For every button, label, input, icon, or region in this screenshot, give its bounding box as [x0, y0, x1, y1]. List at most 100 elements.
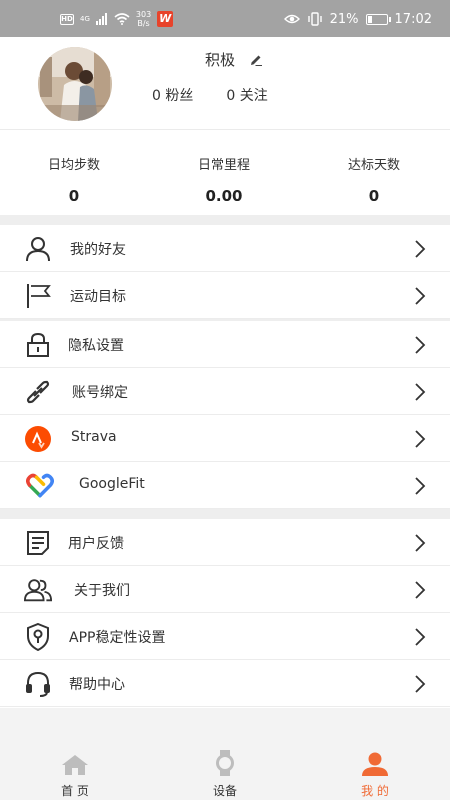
menu-label: 用户反馈: [68, 536, 124, 552]
menu-item-strava[interactable]: Strava: [0, 415, 450, 462]
menu-item-feedback[interactable]: 用户反馈: [0, 519, 450, 566]
chevron-right-icon: [415, 534, 426, 552]
bottom-nav: 首 页 设备 我 的: [0, 708, 450, 800]
nav-label: 我 的: [361, 784, 389, 798]
home-icon: [62, 755, 88, 775]
edit-pencil-icon[interactable]: [249, 53, 263, 67]
person-icon: [26, 237, 50, 262]
clock: 17:02: [394, 11, 432, 27]
activity-stats: 日均步数 0 日常里程 0.00 达标天数 0: [0, 130, 450, 215]
chevron-right-icon: [415, 383, 426, 401]
signal-icon: [95, 13, 107, 25]
avatar-photo: [38, 47, 112, 121]
googlefit-icon-wrap: [26, 472, 54, 500]
stat-label: 达标天数: [347, 158, 400, 173]
strava-logo-icon: [25, 426, 51, 452]
fans-count: 0: [152, 88, 161, 104]
stat-label: 日均步数: [47, 158, 100, 173]
menu-label: 运动目标: [70, 289, 126, 305]
nickname-row: 积极: [205, 49, 263, 70]
binding-icon-wrap: [24, 378, 52, 406]
menu-label: 帮助中心: [69, 677, 125, 693]
menu-item-friends[interactable]: 我的好友: [0, 225, 450, 272]
stability-icon-wrap: [24, 623, 52, 651]
battery-icon: [365, 13, 391, 25]
nav-tab-device[interactable]: 设备: [185, 750, 265, 799]
chevron-right-icon: [415, 430, 426, 448]
speed-unit: B/s: [137, 19, 150, 28]
shield-key-icon: [27, 623, 49, 651]
stat-value: 0: [368, 187, 380, 205]
chevron-right-icon: [415, 240, 426, 258]
headset-icon: [26, 671, 50, 697]
menu-label: 关于我们: [74, 583, 130, 599]
stat-value: 0: [68, 187, 80, 205]
menu-item-about[interactable]: 关于我们: [0, 566, 450, 613]
nav-tab-mine[interactable]: 我 的: [335, 752, 415, 799]
network-type: 4G: [80, 15, 90, 23]
nav-label: 设备: [212, 784, 237, 798]
menu-item-help[interactable]: 帮助中心: [0, 660, 450, 707]
chevron-right-icon: [415, 675, 426, 693]
stat-daily-distance: 日常里程 0.00: [164, 154, 284, 205]
following-stat[interactable]: 0 关注: [226, 85, 267, 105]
menu-label: 我的好友: [70, 242, 126, 258]
flag-icon: [27, 284, 51, 308]
hd-badge: HD: [60, 13, 74, 25]
lock-icon: [27, 332, 49, 357]
menu-item-account-binding[interactable]: 账号绑定: [0, 368, 450, 415]
menu-item-app-stability[interactable]: APP稳定性设置: [0, 613, 450, 660]
fans-label: 粉丝: [165, 88, 194, 104]
nickname: 积极: [205, 51, 236, 69]
eye-icon: [283, 14, 300, 24]
chevron-right-icon: [415, 287, 426, 305]
chevron-right-icon: [415, 581, 426, 599]
menu-item-goal[interactable]: 运动目标: [0, 272, 450, 319]
battery-percent: 21%: [329, 11, 359, 27]
status-bar: HD 4G 303 B/s W 21% 17:02: [0, 0, 450, 37]
chevron-right-icon: [415, 628, 426, 646]
menu-label: APP稳定性设置: [69, 630, 166, 646]
speed-value: 303: [135, 10, 152, 19]
profile-header: 积极 0 粉丝 0 关注: [0, 37, 450, 130]
nav-tab-home[interactable]: 首 页: [35, 752, 115, 799]
fans-stat[interactable]: 0 粉丝: [152, 85, 193, 105]
goal-icon-wrap: [24, 282, 52, 310]
vibrate-icon: [307, 12, 322, 26]
menu-label: 隐私设置: [68, 338, 124, 354]
section-divider: [0, 215, 450, 225]
googlefit-heart-icon: [26, 473, 54, 498]
status-left: HD 4G 303 B/s W: [60, 9, 174, 29]
avatar[interactable]: [38, 47, 112, 121]
battery-level-fill: [367, 15, 372, 23]
following-label: 关注: [239, 88, 268, 104]
friend-icon-wrap: [24, 235, 52, 263]
stat-avg-steps: 日均步数 0: [14, 154, 134, 205]
status-right: 21% 17:02: [283, 9, 432, 29]
nav-label: 首 页: [61, 784, 89, 798]
app-notification-icon: W: [157, 11, 174, 27]
watch-icon: [216, 750, 234, 776]
link-icon: [26, 380, 50, 404]
follow-stats: 0 粉丝 0 关注: [152, 85, 268, 105]
menu-item-privacy[interactable]: 隐私设置: [0, 321, 450, 368]
section-divider: [0, 509, 450, 519]
network-speed: 303 B/s: [136, 10, 151, 28]
menu-label: Strava: [71, 429, 117, 445]
stat-goal-days: 达标天数 0: [314, 154, 434, 205]
document-icon: [27, 531, 49, 555]
wifi-icon: [114, 13, 130, 25]
feedback-icon-wrap: [24, 529, 52, 557]
chevron-right-icon: [415, 336, 426, 354]
group-users-icon: [24, 579, 52, 602]
menu-item-googlefit[interactable]: GoogleFit: [0, 462, 450, 509]
chevron-right-icon: [415, 477, 426, 495]
following-count: 0: [226, 88, 236, 104]
about-icon-wrap: [24, 576, 52, 604]
stat-label: 日常里程: [197, 158, 250, 173]
menu-label: 账号绑定: [72, 385, 128, 401]
help-icon-wrap: [24, 670, 52, 698]
privacy-icon-wrap: [24, 331, 52, 359]
stat-value: 0.00: [205, 187, 243, 205]
menu-label: GoogleFit: [79, 476, 145, 492]
